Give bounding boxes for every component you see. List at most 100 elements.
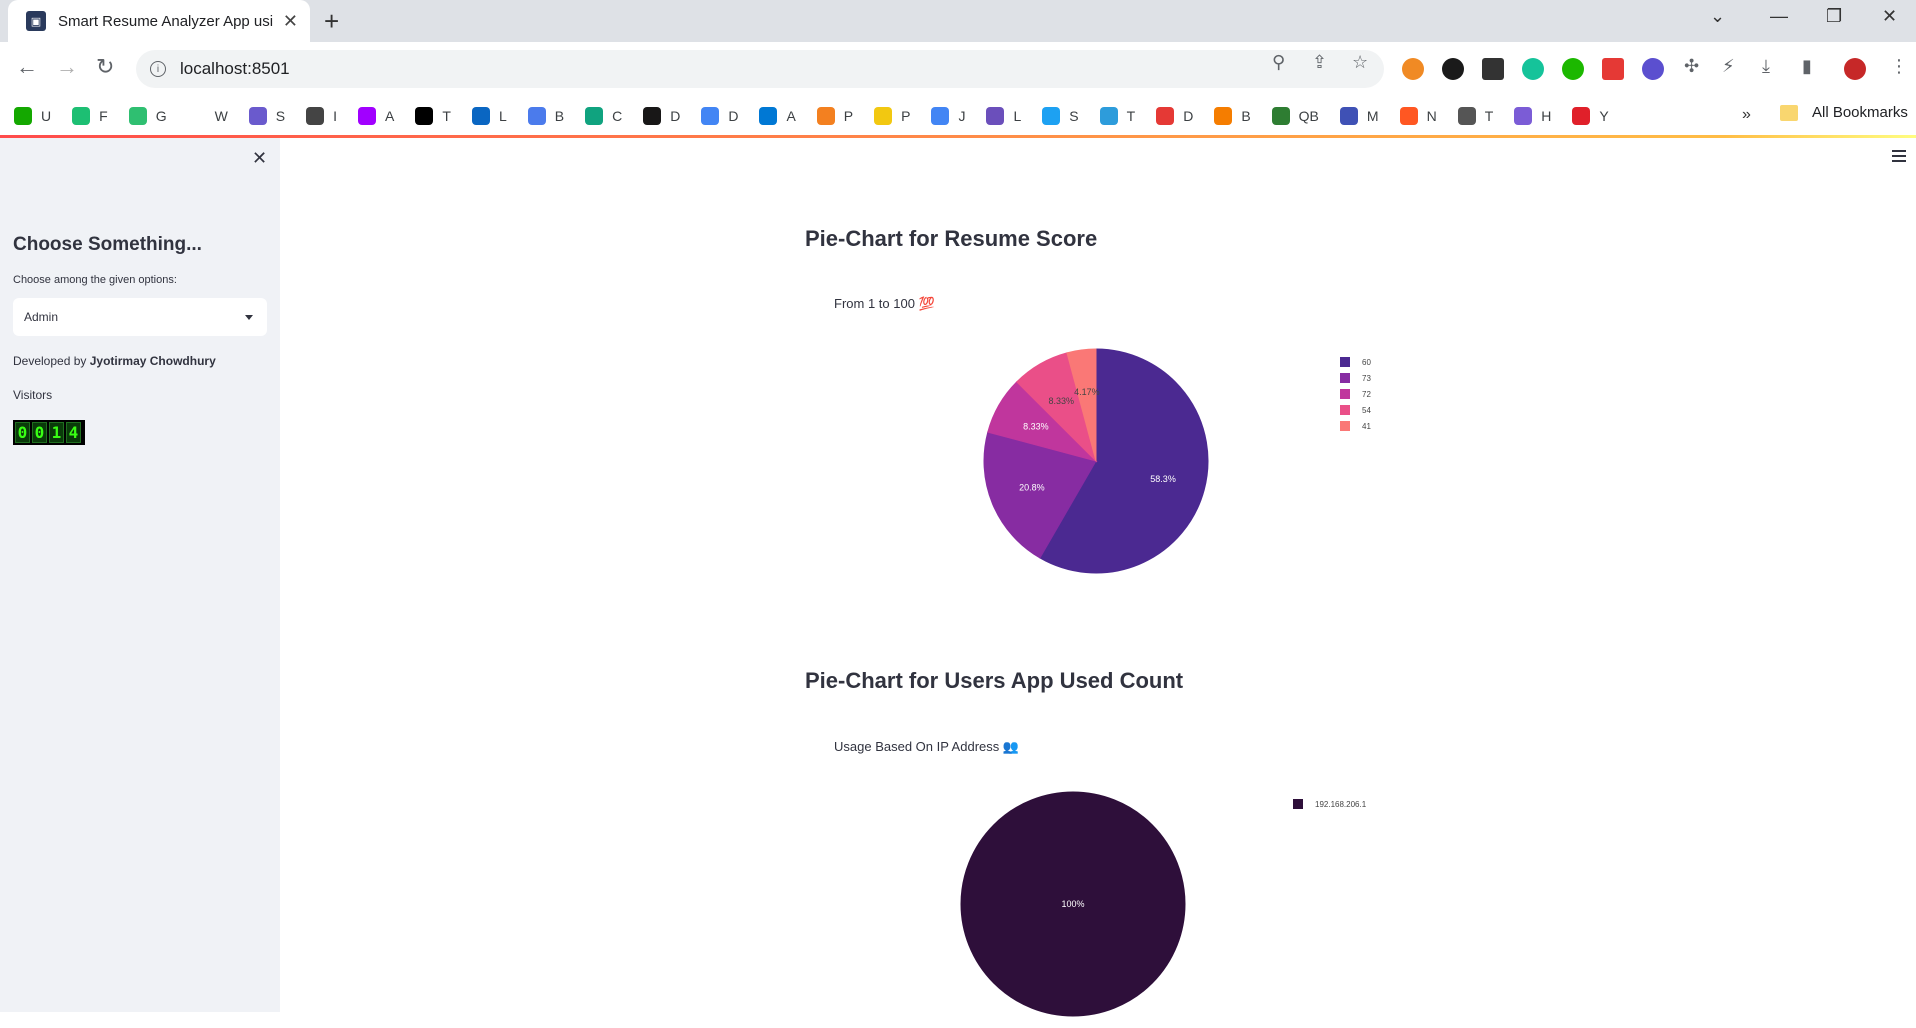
legend-item[interactable]: 192.168.206.1 xyxy=(1293,796,1366,812)
back-icon[interactable]: ← xyxy=(16,54,38,80)
bookmark-favicon-icon xyxy=(471,106,490,125)
extension-icon[interactable] xyxy=(1562,58,1584,80)
bookmark-item[interactable]: F xyxy=(72,106,108,125)
bookmark-favicon-icon xyxy=(527,106,546,125)
bookmark-favicon-icon xyxy=(1214,106,1233,125)
pie-chart-resume-score[interactable]: 58.3%20.8%8.33%8.33%4.17% xyxy=(980,345,1220,585)
bookmark-favicon-icon xyxy=(1399,106,1418,125)
bookmark-item[interactable]: M xyxy=(1339,106,1379,125)
legend-label: 60 xyxy=(1362,357,1371,367)
legend-label: 41 xyxy=(1362,421,1371,431)
bookmark-favicon-icon xyxy=(816,106,835,125)
sidebar-close-icon[interactable]: ✕ xyxy=(252,148,267,169)
section-title-resume-score: Pie-Chart for Resume Score xyxy=(805,226,1098,251)
download-icon[interactable]: ⤓ xyxy=(1762,56,1770,77)
bookmark-item[interactable]: Y xyxy=(1572,106,1609,125)
legend-item[interactable]: 73 xyxy=(1340,370,1371,386)
bookmark-favicon-icon xyxy=(643,106,662,125)
bookmark-item[interactable]: QB xyxy=(1271,106,1319,125)
extension-icon[interactable] xyxy=(1642,58,1664,80)
bookmark-item[interactable]: S xyxy=(248,106,285,125)
bookmark-item[interactable]: B xyxy=(1214,106,1251,125)
bookmark-item[interactable]: J xyxy=(931,106,965,125)
extension-icon[interactable] xyxy=(1602,58,1624,80)
bookmark-label: N xyxy=(1426,107,1437,124)
bookmark-item[interactable]: P xyxy=(816,106,853,125)
bookmark-item[interactable]: H xyxy=(1514,106,1551,125)
pie-chart-app-used-count[interactable]: 100% xyxy=(957,788,1197,1028)
bookmark-item[interactable]: B xyxy=(527,106,564,125)
legend-app-used-count: 192.168.206.1 xyxy=(1293,796,1366,812)
selenium-extension-icon[interactable] xyxy=(1482,58,1504,80)
legend-item[interactable]: 54 xyxy=(1340,402,1371,418)
legend-label: 72 xyxy=(1362,389,1371,399)
developer-name: Jyotirmay Chowdhury xyxy=(89,354,216,368)
bookmark-item[interactable]: A xyxy=(358,106,394,125)
counter-digit: 1 xyxy=(49,422,64,443)
window-close-icon[interactable]: ✕ xyxy=(1882,6,1897,27)
legend-swatch xyxy=(1340,405,1350,415)
bookmark-label: W xyxy=(214,107,228,124)
bookmark-favicon-icon xyxy=(585,106,604,125)
counter-digit: 0 xyxy=(32,422,47,443)
share-icon[interactable]: ⇪ xyxy=(1312,52,1327,73)
bookmark-item[interactable]: C xyxy=(585,106,623,125)
bookmark-item[interactable]: W xyxy=(187,106,228,125)
new-tab-icon[interactable]: + xyxy=(324,6,339,37)
bookmark-favicon-icon xyxy=(306,106,325,125)
bookmark-favicon-icon xyxy=(1156,106,1175,125)
bookmark-item[interactable]: D xyxy=(643,106,680,125)
bookmark-item[interactable]: S xyxy=(1042,106,1079,125)
side-panel-icon[interactable]: ▮ xyxy=(1802,56,1812,77)
browser-tab[interactable]: ▣ Smart Resume Analyzer App usi ✕ xyxy=(8,0,310,42)
restore-icon[interactable]: ❐ xyxy=(1826,6,1842,27)
bookmark-label: C xyxy=(612,107,623,124)
bookmark-star-icon[interactable]: ☆ xyxy=(1352,52,1368,73)
legend-item[interactable]: 72 xyxy=(1340,386,1371,402)
main-menu-icon[interactable] xyxy=(1892,150,1906,165)
bookmark-item[interactable]: G xyxy=(128,106,167,125)
bookmark-label: QB xyxy=(1298,107,1319,124)
legend-item[interactable]: 41 xyxy=(1340,418,1371,434)
bookmarks-bar: U F G W S I A T L B C D D A P P J L S T D B QB M N T H Y xyxy=(0,96,1916,136)
browser-menu-icon[interactable]: ⋮ xyxy=(1890,56,1908,77)
browser-toolbar: ← → ↻ i localhost:8501 ⚲ ⇪ ☆ ✣ ⚡ ⤓ ▮ ⋮ xyxy=(0,42,1916,96)
performance-icon[interactable]: ⚡ xyxy=(1722,56,1735,77)
app-decoration-bar xyxy=(0,135,1916,138)
extension-icon[interactable] xyxy=(1442,58,1464,80)
site-info-icon[interactable]: i xyxy=(150,61,166,77)
minimize-icon[interactable]: — xyxy=(1770,6,1788,27)
bookmark-item[interactable]: P xyxy=(874,106,910,125)
pie-slice-label: 8.33% xyxy=(1048,396,1074,406)
all-bookmarks-label: All Bookmarks xyxy=(1812,104,1908,121)
bookmark-item[interactable]: L xyxy=(471,106,507,125)
bookmark-item[interactable]: D xyxy=(1156,106,1193,125)
bookmark-item[interactable]: U xyxy=(14,106,51,125)
bookmark-item[interactable]: T xyxy=(1457,106,1493,125)
profile-avatar[interactable] xyxy=(1844,58,1866,80)
select-value: Admin xyxy=(24,310,59,324)
all-bookmarks-button[interactable]: All Bookmarks xyxy=(1780,104,1908,121)
legend-item[interactable]: 60 xyxy=(1340,354,1371,370)
zoom-icon[interactable]: ⚲ xyxy=(1272,52,1285,73)
bookmark-item[interactable]: T xyxy=(1099,106,1135,125)
bookmark-favicon-icon xyxy=(128,106,147,125)
folder-icon xyxy=(1780,104,1798,121)
forward-icon[interactable]: → xyxy=(56,54,78,80)
bookmarks-overflow-icon[interactable]: » xyxy=(1742,106,1751,124)
extensions-puzzle-icon[interactable]: ✣ xyxy=(1684,56,1699,77)
address-bar[interactable]: i localhost:8501 xyxy=(136,50,1384,88)
bookmark-item[interactable]: T xyxy=(415,106,451,125)
bookmark-item[interactable]: L xyxy=(986,106,1021,125)
tab-title: Smart Resume Analyzer App usi xyxy=(58,12,273,30)
bookmark-item[interactable]: D xyxy=(701,106,738,125)
tab-search-icon[interactable]: ⌄ xyxy=(1710,6,1725,27)
bookmark-item[interactable]: N xyxy=(1399,106,1437,125)
role-select[interactable]: Admin xyxy=(13,298,267,336)
bookmark-item[interactable]: I xyxy=(306,106,337,125)
grammarly-extension-icon[interactable] xyxy=(1522,58,1544,80)
tab-close-icon[interactable]: ✕ xyxy=(283,11,298,32)
bookmark-item[interactable]: A xyxy=(759,106,796,125)
extension-icon[interactable] xyxy=(1402,58,1424,80)
reload-icon[interactable]: ↻ xyxy=(96,54,114,80)
